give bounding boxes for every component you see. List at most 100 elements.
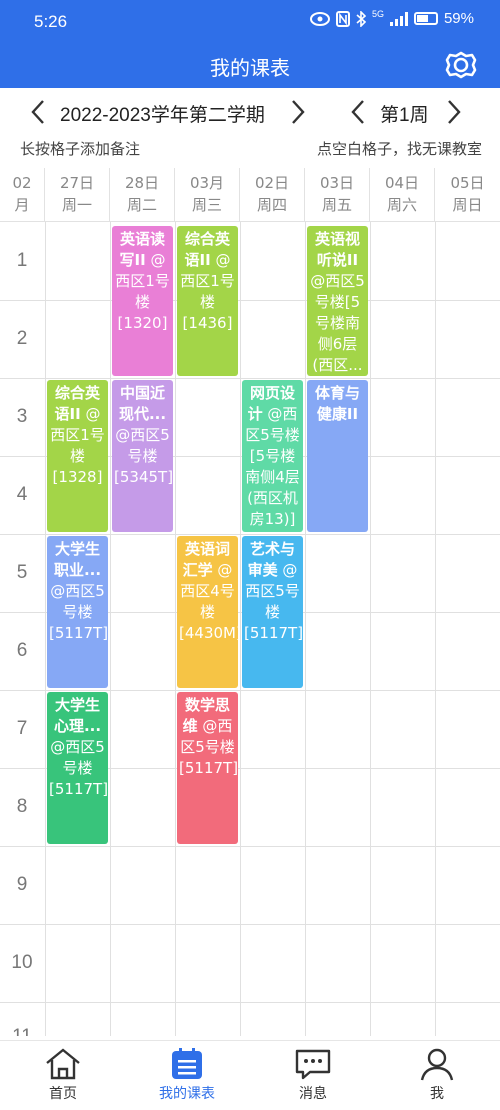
day-header: 03日 周五 bbox=[305, 168, 370, 222]
period-number: 8 bbox=[16, 796, 28, 817]
nav-messages[interactable]: 消息 bbox=[268, 1047, 358, 1103]
day-weekday: 周五 bbox=[321, 196, 352, 214]
grid-divider bbox=[0, 378, 500, 379]
month-header: 02 月 bbox=[0, 168, 45, 222]
prev-semester-button[interactable] bbox=[26, 94, 50, 130]
day-header: 03月 周三 bbox=[175, 168, 240, 222]
course-block[interactable]: 英语词汇学 @ 西区4号楼[4430M] bbox=[177, 536, 238, 688]
timetable-icon bbox=[172, 1048, 202, 1079]
course-block[interactable]: 综合英语II @ 西区1号楼[1328] bbox=[47, 380, 108, 532]
nfc-icon bbox=[335, 10, 350, 27]
course-location: @西区5号楼[5117T] bbox=[49, 582, 108, 642]
grid-divider bbox=[0, 300, 500, 301]
course-location: @西区5号楼[5号楼南侧6层(西区... bbox=[310, 272, 365, 374]
course-block[interactable]: 综合英语II @ 西区1号楼[1436] bbox=[177, 226, 238, 376]
day-weekday: 周六 bbox=[386, 196, 417, 214]
battery-icon bbox=[413, 12, 438, 25]
battery-percent: 59% bbox=[443, 10, 474, 27]
app-header: 5:26 5G 59% 我的课表 bbox=[0, 0, 500, 88]
day-weekday: 周三 bbox=[191, 196, 222, 214]
next-week-button[interactable] bbox=[442, 94, 466, 130]
next-semester-button[interactable] bbox=[286, 94, 310, 130]
day-header: 04日 周六 bbox=[370, 168, 435, 222]
timetable-grid: 02 月 27日 周一 28日 周二 03月 周三 02日 周四 03日 周五 … bbox=[0, 168, 500, 1036]
nav-timetable[interactable]: 我的课表 bbox=[142, 1047, 232, 1103]
gear-icon[interactable] bbox=[440, 44, 482, 86]
status-time: 5:26 bbox=[34, 12, 68, 31]
course-name: 大学生职业... bbox=[53, 540, 102, 579]
period-number: 3 bbox=[16, 406, 28, 427]
course-block[interactable]: 中国近现代... @西区5号楼[5345T] bbox=[112, 380, 173, 532]
grid-divider bbox=[175, 222, 176, 1036]
week-label[interactable]: 第1周 bbox=[380, 100, 429, 127]
page-title: 我的课表 bbox=[210, 56, 290, 80]
course-block[interactable]: 大学生职业... @西区5号楼[5117T] bbox=[47, 536, 108, 688]
nav-home[interactable]: 首页 bbox=[18, 1047, 108, 1103]
day-date: 27日 bbox=[59, 174, 95, 192]
system-icons: 5G 59% bbox=[309, 8, 474, 27]
course-block[interactable]: 体育与健康II bbox=[307, 380, 368, 532]
course-block[interactable]: 艺术与审美 @ 西区5号楼[5117T] bbox=[242, 536, 303, 688]
nav-label: 我的课表 bbox=[159, 1086, 215, 1102]
nav-profile[interactable]: 我 bbox=[392, 1047, 482, 1103]
grid-divider bbox=[45, 222, 46, 1036]
day-header: 05日 周日 bbox=[435, 168, 500, 222]
network-type: 5G bbox=[371, 8, 384, 19]
day-weekday: 周四 bbox=[256, 196, 287, 214]
prev-week-button[interactable] bbox=[346, 94, 370, 130]
grid-divider bbox=[240, 222, 241, 1036]
grid-divider bbox=[435, 222, 436, 1036]
course-name: 中国近现代... bbox=[118, 384, 167, 423]
nav-label: 消息 bbox=[299, 1086, 327, 1102]
course-block[interactable]: 数学思维 @西区5号楼[5117T] bbox=[177, 692, 238, 844]
hints-row: 长按格子添加备注 点空白格子，找无课教室 bbox=[0, 136, 500, 162]
hint-find-room: 点空白格子，找无课教室 bbox=[316, 140, 482, 158]
grid-divider bbox=[0, 1002, 500, 1003]
period-number: 9 bbox=[16, 874, 28, 895]
day-weekday: 周日 bbox=[452, 196, 483, 214]
grid-divider bbox=[0, 846, 500, 847]
day-header: 28日 周二 bbox=[110, 168, 175, 222]
month-number: 02 bbox=[12, 174, 32, 192]
day-date: 04日 bbox=[384, 174, 420, 192]
course-block[interactable]: 大学生心理... @西区5号楼[5117T] bbox=[47, 692, 108, 844]
semester-label[interactable]: 2022-2023学年第二学期 bbox=[60, 100, 265, 127]
chevron-left-icon bbox=[31, 100, 44, 124]
period-number: 7 bbox=[16, 718, 28, 739]
day-date: 28日 bbox=[124, 174, 160, 192]
period-number: 11 bbox=[0, 1026, 44, 1036]
message-icon bbox=[295, 1049, 331, 1080]
period-number: 1 bbox=[16, 250, 28, 271]
day-header: 27日 周一 bbox=[45, 168, 110, 222]
period-number: 5 bbox=[16, 562, 28, 583]
day-weekday: 周一 bbox=[61, 196, 92, 214]
status-bar: 5:26 5G 59% bbox=[0, 0, 500, 44]
course-block[interactable]: 网页设计 @西区5号楼[5号楼南侧4层(西区机房13)] bbox=[242, 380, 303, 532]
course-location: @西区5号楼[5345T] bbox=[114, 426, 173, 486]
day-header: 02日 周四 bbox=[240, 168, 305, 222]
bluetooth-icon bbox=[356, 10, 366, 27]
course-name: 英语视听说II bbox=[314, 230, 360, 269]
day-date: 05日 bbox=[450, 174, 485, 192]
chevron-right-icon bbox=[448, 100, 461, 124]
course-block[interactable]: 英语视听说II @西区5号楼[5号楼南侧6层(西区... bbox=[307, 226, 368, 376]
grid-divider bbox=[0, 690, 500, 691]
nav-label: 我 bbox=[430, 1086, 444, 1102]
course-name: 体育与健康II bbox=[314, 384, 360, 423]
semester-week-selector: 2022-2023学年第二学期 第1周 bbox=[0, 92, 500, 132]
chevron-left-icon bbox=[351, 100, 364, 124]
day-weekday: 周二 bbox=[126, 196, 157, 214]
period-number: 2 bbox=[16, 328, 28, 349]
course-name: 大学生心理... bbox=[53, 696, 102, 735]
day-date: 02日 bbox=[254, 174, 290, 192]
grid-divider bbox=[0, 534, 500, 535]
profile-icon bbox=[420, 1048, 454, 1081]
period-number: 10 bbox=[11, 952, 33, 973]
hint-add-note: 长按格子添加备注 bbox=[20, 140, 141, 158]
month-unit: 月 bbox=[14, 196, 30, 214]
course-block[interactable]: 英语读写II @ 西区1号楼[1320] bbox=[112, 226, 173, 376]
home-icon bbox=[46, 1048, 80, 1080]
eye-icon bbox=[309, 11, 330, 26]
grid-divider bbox=[305, 222, 306, 1036]
bottom-nav: 首页 我的课表 消息 我 bbox=[0, 1040, 500, 1110]
